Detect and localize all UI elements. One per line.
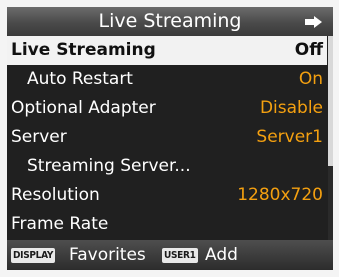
- menu-item-streaming-server[interactable]: Streaming Server...: [7, 152, 327, 181]
- menu-item-auto-restart[interactable]: Auto Restart On: [7, 65, 327, 94]
- menu-list: Live Streaming Off Auto Restart On Optio…: [7, 36, 333, 240]
- menu-item-value: Server1: [256, 127, 323, 147]
- scrollbar-thumb[interactable]: [328, 36, 333, 166]
- menu-item-optional-adapter[interactable]: Optional Adapter Disable: [7, 94, 327, 123]
- menu-header: Live Streaming: [7, 7, 333, 36]
- viewfinder-bezel: Live Streaming Live Streaming Off Auto R…: [0, 0, 339, 277]
- menu-item-label: Auto Restart: [27, 69, 133, 89]
- menu-item-label: Optional Adapter: [11, 98, 156, 118]
- display-key-badge: DISPLAY: [11, 248, 56, 263]
- menu-item-live-streaming[interactable]: Live Streaming Off: [7, 36, 327, 65]
- favorites-label: Favorites: [69, 245, 146, 265]
- menu-footer: DISPLAY Favorites USER1 Add: [7, 240, 333, 270]
- menu-item-label: Frame Rate: [11, 214, 109, 234]
- menu-item-server[interactable]: Server Server1: [7, 123, 327, 152]
- menu-scrollbar[interactable]: [328, 36, 333, 240]
- menu-screen: Live Streaming Live Streaming Off Auto R…: [7, 7, 333, 270]
- menu-item-value: Off: [294, 40, 323, 60]
- return-arrow-icon[interactable]: [305, 16, 323, 28]
- menu-item-label: Resolution: [11, 185, 100, 205]
- menu-item-value: On: [298, 69, 323, 89]
- menu-item-value: Disable: [259, 98, 323, 118]
- menu-item-label: Streaming Server...: [27, 156, 191, 176]
- menu-item-value: 1280x720: [237, 185, 323, 205]
- menu-item-label: Server: [11, 127, 67, 147]
- menu-item-resolution[interactable]: Resolution 1280x720: [7, 181, 327, 210]
- menu-title: Live Streaming: [98, 10, 242, 32]
- add-label: Add: [205, 245, 238, 265]
- menu-item-frame-rate[interactable]: Frame Rate: [7, 210, 327, 239]
- user1-key-badge: USER1: [162, 248, 198, 263]
- menu-item-label: Live Streaming: [11, 40, 156, 60]
